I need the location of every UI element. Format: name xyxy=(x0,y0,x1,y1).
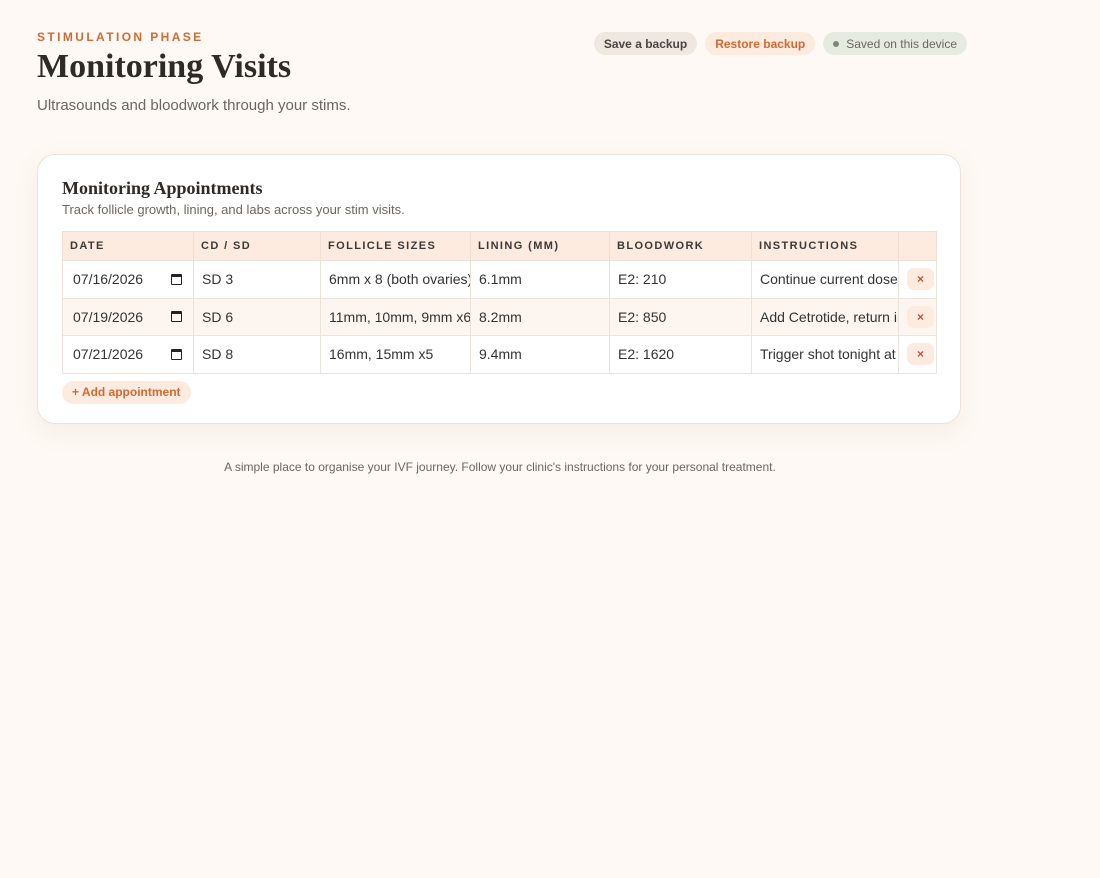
row-actions-cell: × xyxy=(898,297,937,336)
appointments-table: DATE CD / SD FOLLICLE SIZES LINING (MM) … xyxy=(62,231,937,374)
date-input[interactable]: 07/19/2026 xyxy=(62,297,194,336)
delete-row-button[interactable]: × xyxy=(907,305,934,328)
column-header-bloodwork: BLOODWORK xyxy=(609,231,752,261)
date-input[interactable]: 07/21/2026 xyxy=(62,335,194,374)
table-header-row: DATE CD / SD FOLLICLE SIZES LINING (MM) … xyxy=(62,231,937,261)
page-subtitle: Ultrasounds and bloodwork through your s… xyxy=(37,97,351,114)
save-backup-button[interactable]: Save a backup xyxy=(593,32,698,55)
lining-input[interactable]: 6.1mm xyxy=(470,260,610,299)
appointments-card: Monitoring Appointments Track follicle g… xyxy=(37,154,961,424)
calendar-icon[interactable] xyxy=(171,273,182,285)
follicle-sizes-input[interactable]: 16mm, 15mm x5 xyxy=(320,335,471,374)
lining-input[interactable]: 9.4mm xyxy=(470,335,610,374)
lining-input[interactable]: 8.2mm xyxy=(470,297,610,336)
date-input[interactable]: 07/16/2026 xyxy=(62,260,194,299)
column-header-actions xyxy=(898,231,937,261)
calendar-icon[interactable] xyxy=(171,348,182,360)
column-header-cd-sd: CD / SD xyxy=(193,231,321,261)
column-header-lining: LINING (MM) xyxy=(470,231,610,261)
table-row: 07/19/2026 SD 6 11mm, 10mm, 9mm x6 8.2mm… xyxy=(62,297,937,336)
status-dot-icon xyxy=(833,40,840,47)
header-actions: Save a backup Restore backup Saved on th… xyxy=(593,32,967,55)
instructions-input[interactable]: Trigger shot tonight at 9 xyxy=(751,335,899,374)
date-value: 07/21/2026 xyxy=(73,346,144,363)
restore-backup-button[interactable]: Restore backup xyxy=(705,32,816,55)
bloodwork-input[interactable]: E2: 850 xyxy=(609,297,752,336)
follicle-sizes-input[interactable]: 11mm, 10mm, 9mm x6 xyxy=(320,297,471,336)
card-subtitle: Track follicle growth, lining, and labs … xyxy=(62,202,405,217)
footer-note: A simple place to organise your IVF jour… xyxy=(224,460,776,474)
date-value: 07/16/2026 xyxy=(73,271,144,288)
save-status-text: Saved on this device xyxy=(846,36,957,51)
instructions-input[interactable]: Add Cetrotide, return in xyxy=(751,297,899,336)
follicle-sizes-input[interactable]: 6mm x 8 (both ovaries) xyxy=(320,260,471,299)
table-row: 07/16/2026 SD 3 6mm x 8 (both ovaries) 6… xyxy=(62,260,937,299)
add-appointment-button[interactable]: + Add appointment xyxy=(62,380,191,404)
column-header-date: DATE xyxy=(62,231,194,261)
delete-row-button[interactable]: × xyxy=(907,343,934,366)
table-row: 07/21/2026 SD 8 16mm, 15mm x5 9.4mm E2: … xyxy=(62,335,937,374)
delete-row-button[interactable]: × xyxy=(907,268,934,291)
calendar-icon[interactable] xyxy=(171,311,182,323)
row-actions-cell: × xyxy=(898,260,937,299)
date-value: 07/19/2026 xyxy=(73,308,144,325)
cd-sd-input[interactable]: SD 8 xyxy=(193,335,321,374)
bloodwork-input[interactable]: E2: 210 xyxy=(609,260,752,299)
column-header-follicles: FOLLICLE SIZES xyxy=(320,231,471,261)
cd-sd-input[interactable]: SD 6 xyxy=(193,297,321,336)
save-status-badge: Saved on this device xyxy=(823,32,967,55)
column-header-instructions: INSTRUCTIONS xyxy=(751,231,899,261)
page-header: STIMULATION PHASE Monitoring Visits Ultr… xyxy=(37,30,967,114)
row-actions-cell: × xyxy=(898,335,937,374)
bloodwork-input[interactable]: E2: 1620 xyxy=(609,335,752,374)
card-title: Monitoring Appointments xyxy=(62,178,263,198)
cd-sd-input[interactable]: SD 3 xyxy=(193,260,321,299)
instructions-input[interactable]: Continue current dose, xyxy=(751,260,899,299)
